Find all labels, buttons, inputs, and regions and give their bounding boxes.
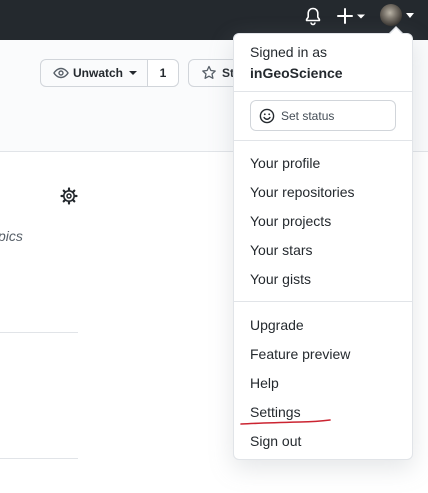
chevron-down-icon	[406, 13, 414, 18]
gear-icon[interactable]	[60, 187, 78, 205]
annotation-underline	[240, 419, 331, 425]
dropdown-caret-inner	[389, 28, 403, 35]
menu-item-your-profile[interactable]: Your profile	[250, 154, 320, 172]
menu-item-your-repositories[interactable]: Your repositories	[250, 183, 355, 201]
watch-button-group: Unwatch 1	[40, 59, 180, 87]
set-status-label: Set status	[281, 108, 335, 123]
signed-in-label: Signed in as	[250, 44, 328, 60]
menu-item-help[interactable]: Help	[250, 374, 279, 392]
star-icon	[202, 65, 216, 79]
menu-item-upgrade[interactable]: Upgrade	[250, 316, 304, 334]
menu-divider	[234, 140, 412, 141]
menu-item-sign-out[interactable]: Sign out	[250, 432, 301, 450]
menu-item-your-stars[interactable]: Your stars	[250, 241, 313, 259]
username: inGeoScience	[250, 65, 343, 81]
menu-item-feature-preview[interactable]: Feature preview	[250, 345, 350, 363]
divider	[0, 332, 78, 333]
menu-divider	[234, 301, 412, 302]
menu-item-your-gists[interactable]: Your gists	[250, 270, 311, 288]
smiley-icon	[259, 108, 275, 123]
watchers-count[interactable]: 1	[148, 60, 179, 86]
chevron-down-icon	[129, 71, 138, 75]
menu-divider	[234, 91, 412, 92]
plus-icon[interactable]	[336, 5, 370, 27]
unwatch-label: Unwatch	[73, 66, 124, 80]
bell-icon[interactable]	[302, 5, 324, 27]
menu-item-your-projects[interactable]: Your projects	[250, 212, 331, 230]
topics-text: pics	[0, 228, 23, 244]
set-status-button[interactable]: Set status	[250, 100, 396, 131]
unwatch-button[interactable]: Unwatch	[41, 60, 149, 86]
eye-icon	[53, 67, 69, 79]
divider	[0, 458, 78, 459]
user-avatar	[380, 4, 402, 26]
